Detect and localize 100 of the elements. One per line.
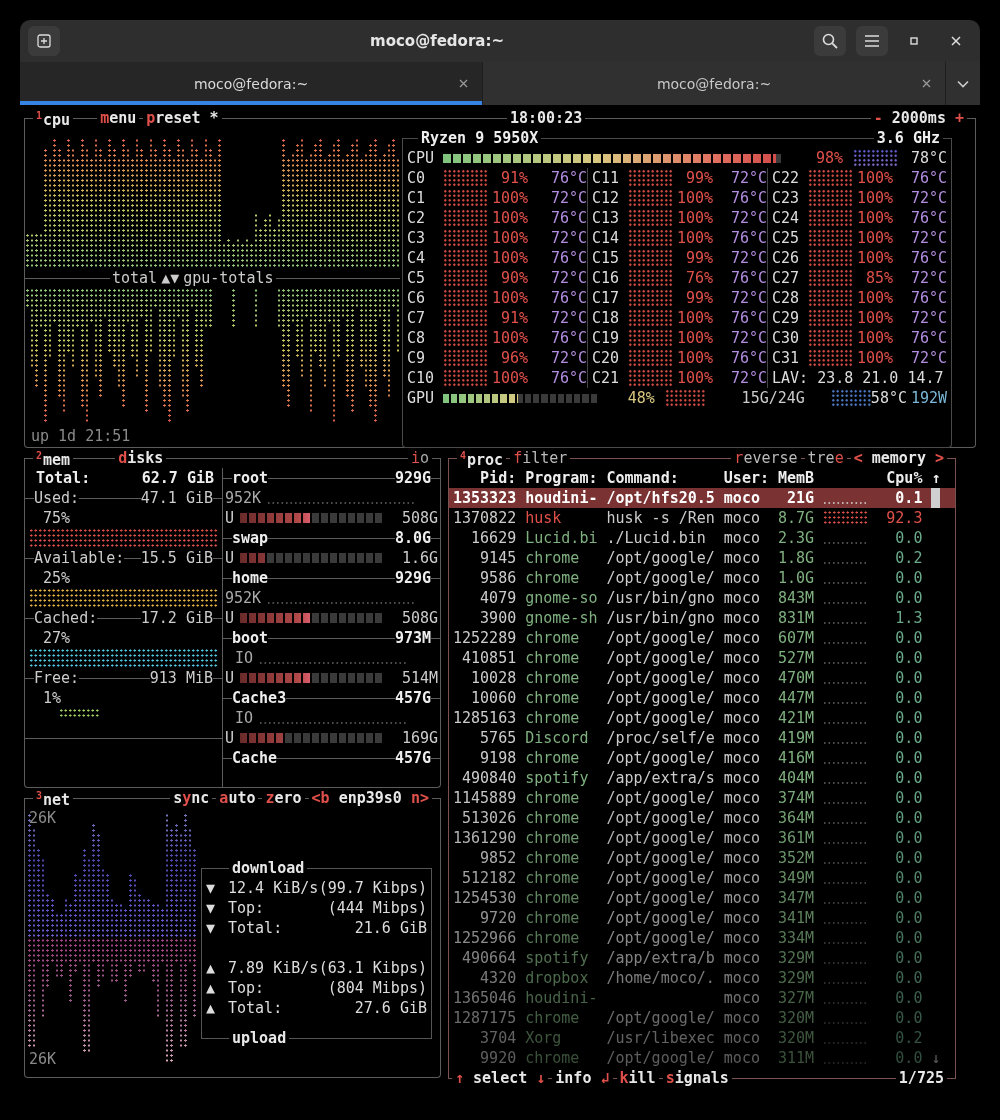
menu-toggle[interactable]: menu xyxy=(97,108,140,128)
process-row[interactable]: 4079 gnome-so /usr/bin/gno moco 843M 0.0 xyxy=(449,588,955,608)
scroll-up-arrow[interactable]: ↑ xyxy=(931,468,941,488)
process-cpu: 0.0 xyxy=(894,688,923,708)
process-memory: 1.8G xyxy=(778,548,815,568)
process-row[interactable]: 9586 chrome /opt/google/ moco 1.0G 0.0 xyxy=(449,568,955,588)
scale-label: 26K xyxy=(29,1049,57,1069)
process-command: /opt/google/ xyxy=(606,888,715,908)
process-memory: 2.3G xyxy=(778,528,815,548)
process-pid: 9586 xyxy=(479,568,517,588)
process-row[interactable]: 10060 chrome /opt/google/ moco 447M 0.0 xyxy=(449,688,955,708)
disk-size: 457G xyxy=(394,688,431,708)
process-action[interactable]: kill xyxy=(616,1068,659,1088)
graph-toggle[interactable]: ▲▼ xyxy=(159,268,182,288)
process-command: /usr/libexec xyxy=(606,1028,715,1048)
process-command: /opt/google/ xyxy=(606,668,715,688)
core-label: C27 xyxy=(772,268,801,288)
process-row[interactable]: 512182 chrome /opt/google/ moco 349M 0.0 xyxy=(449,868,955,888)
core-temperature: 76°C xyxy=(729,348,767,368)
process-action[interactable]: info ↲ xyxy=(552,1068,613,1088)
process-user: moco xyxy=(723,1048,761,1068)
process-row[interactable]: 3704 Xorg /usr/libexec moco 320M 0.2 xyxy=(449,1028,955,1048)
process-user: moco xyxy=(723,988,761,1008)
preset-toggle[interactable]: preset * xyxy=(143,108,222,128)
terminal-tab[interactable]: moco@fedora:~ xyxy=(20,62,483,105)
filter-toggle[interactable]: filter xyxy=(510,448,571,468)
process-row[interactable]: 1145889 chrome /opt/google/ moco 374M 0.0 xyxy=(449,788,955,808)
core-usage-percent: 91% xyxy=(499,308,528,328)
terminal-tab[interactable]: moco@fedora:~ xyxy=(483,62,946,105)
process-row[interactable]: 16629 Lucid.bi ./Lucid.bin moco 2.3G 0.0 xyxy=(449,528,955,548)
tree-toggle[interactable]: tree xyxy=(804,448,847,468)
core-label: C20 xyxy=(592,348,621,368)
net-stat-label: Top: xyxy=(228,978,265,998)
disk-used: 169G xyxy=(400,728,439,748)
process-row[interactable]: 1287175 chrome /opt/google/ moco 320M 0.0 xyxy=(449,1008,955,1028)
process-row[interactable]: 5765 Discord /proc/self/e moco 419M 0.0 xyxy=(449,728,955,748)
core-label: C28 xyxy=(772,288,801,308)
core-label: C3 xyxy=(407,228,427,248)
sort-selector[interactable]: < memory > xyxy=(850,448,947,468)
core-label: C16 xyxy=(592,268,621,288)
process-program: chrome xyxy=(525,928,581,948)
process-row[interactable]: 1285163 chrome /opt/google/ moco 421M 0.0 xyxy=(449,708,955,728)
process-pid: 9852 xyxy=(479,848,517,868)
process-program: Discord xyxy=(525,728,590,748)
core-usage-percent: 100% xyxy=(490,328,528,348)
disk-used: 1.6G xyxy=(400,548,439,568)
process-action[interactable]: ↑ select ↓ xyxy=(452,1068,549,1088)
disks-title[interactable]: disks xyxy=(115,448,167,468)
column-header[interactable]: Command: xyxy=(606,468,715,488)
process-row[interactable]: 410851 chrome /opt/google/ moco 527M 0.0 xyxy=(449,648,955,668)
process-row[interactable]: 1252966 chrome /opt/google/ moco 334M 0.0 xyxy=(449,928,955,948)
process-row[interactable]: 1254530 chrome /opt/google/ moco 347M 0.0 xyxy=(449,888,955,908)
net-option-toggle[interactable]: zero xyxy=(262,788,305,808)
core-temperature: 76°C xyxy=(549,288,587,308)
process-row[interactable]: 1252289 chrome /opt/google/ moco 607M 0.0 xyxy=(449,628,955,648)
net-option-toggle[interactable]: sync xyxy=(170,788,213,808)
interface-selector[interactable]: <b enp39s0 n> xyxy=(308,788,432,808)
core-label: C7 xyxy=(407,308,427,328)
column-header[interactable]: Program: xyxy=(525,468,598,488)
process-program: chrome xyxy=(525,828,581,848)
column-header[interactable]: MemB xyxy=(778,468,815,488)
process-row[interactable]: 4320 dropbox /home/moco/. moco 329M 0.0 xyxy=(449,968,955,988)
process-row[interactable]: 9145 chrome /opt/google/ moco 1.8G 0.2 xyxy=(449,548,955,568)
process-command: /opt/google/ xyxy=(606,808,715,828)
process-row[interactable]: 1365046 houdini- moco 327M 0.0 xyxy=(449,988,955,1008)
process-row[interactable]: 9198 chrome /opt/google/ moco 416M 0.0 xyxy=(449,748,955,768)
arrow-glyph: ▼ xyxy=(206,918,217,938)
process-command: /home/moco/. xyxy=(606,968,715,988)
process-row[interactable]: 1361290 chrome /opt/google/ moco 361M 0.0 xyxy=(449,828,955,848)
net-option-toggle[interactable]: auto xyxy=(216,788,259,808)
column-header[interactable]: Cpu% xyxy=(877,468,923,488)
panel-title: $^{2}$mem xyxy=(35,449,72,470)
process-row[interactable]: 9720 chrome /opt/google/ moco 341M 0.0 xyxy=(449,908,955,928)
process-row[interactable]: 9852 chrome /opt/google/ moco 352M 0.0 xyxy=(449,848,955,868)
memory-percent: 27% xyxy=(42,628,72,648)
process-program: chrome xyxy=(525,1048,581,1068)
process-pid: 3704 xyxy=(479,1028,517,1048)
update-interval-control[interactable]: - 2000ms + xyxy=(870,108,967,128)
process-cpu: 0.0 xyxy=(894,868,923,888)
process-row[interactable]: 1370822 husk husk -s /Ren moco 8.7G 92.3 xyxy=(449,508,955,528)
process-cpu: 0.0 xyxy=(894,528,923,548)
io-toggle[interactable]: io xyxy=(407,448,432,468)
reverse-toggle[interactable]: reverse xyxy=(731,448,801,468)
column-header[interactable]: User: xyxy=(723,468,769,488)
process-row[interactable]: 513026 chrome /opt/google/ moco 364M 0.0 xyxy=(449,808,955,828)
process-pid: 16629 xyxy=(470,528,517,548)
core-usage-percent: 90% xyxy=(499,268,528,288)
process-row[interactable]: 1353323 houdini- /opt/hfs20.5 moco 21G 0.1 xyxy=(449,488,955,508)
core-temperature: 72°C xyxy=(729,168,767,188)
process-row[interactable]: 10028 chrome /opt/google/ moco 470M 0.0 xyxy=(449,668,955,688)
process-row[interactable]: 3900 gnome-sh /usr/bin/gno moco 831M 1.3 xyxy=(449,608,955,628)
core-temperature: 76°C xyxy=(549,368,587,388)
process-memory: 404M xyxy=(778,768,815,788)
process-program: chrome xyxy=(525,568,581,588)
process-action[interactable]: signals xyxy=(662,1068,732,1088)
process-program: spotify xyxy=(525,948,590,968)
process-row[interactable]: 490840 spotify /app/extra/s moco 404M 0.0 xyxy=(449,768,955,788)
core-usage-percent: 100% xyxy=(675,368,713,388)
column-header[interactable]: Pid: xyxy=(453,468,517,488)
process-row[interactable]: 490664 spotify /app/extra/b moco 329M 0.0 xyxy=(449,948,955,968)
